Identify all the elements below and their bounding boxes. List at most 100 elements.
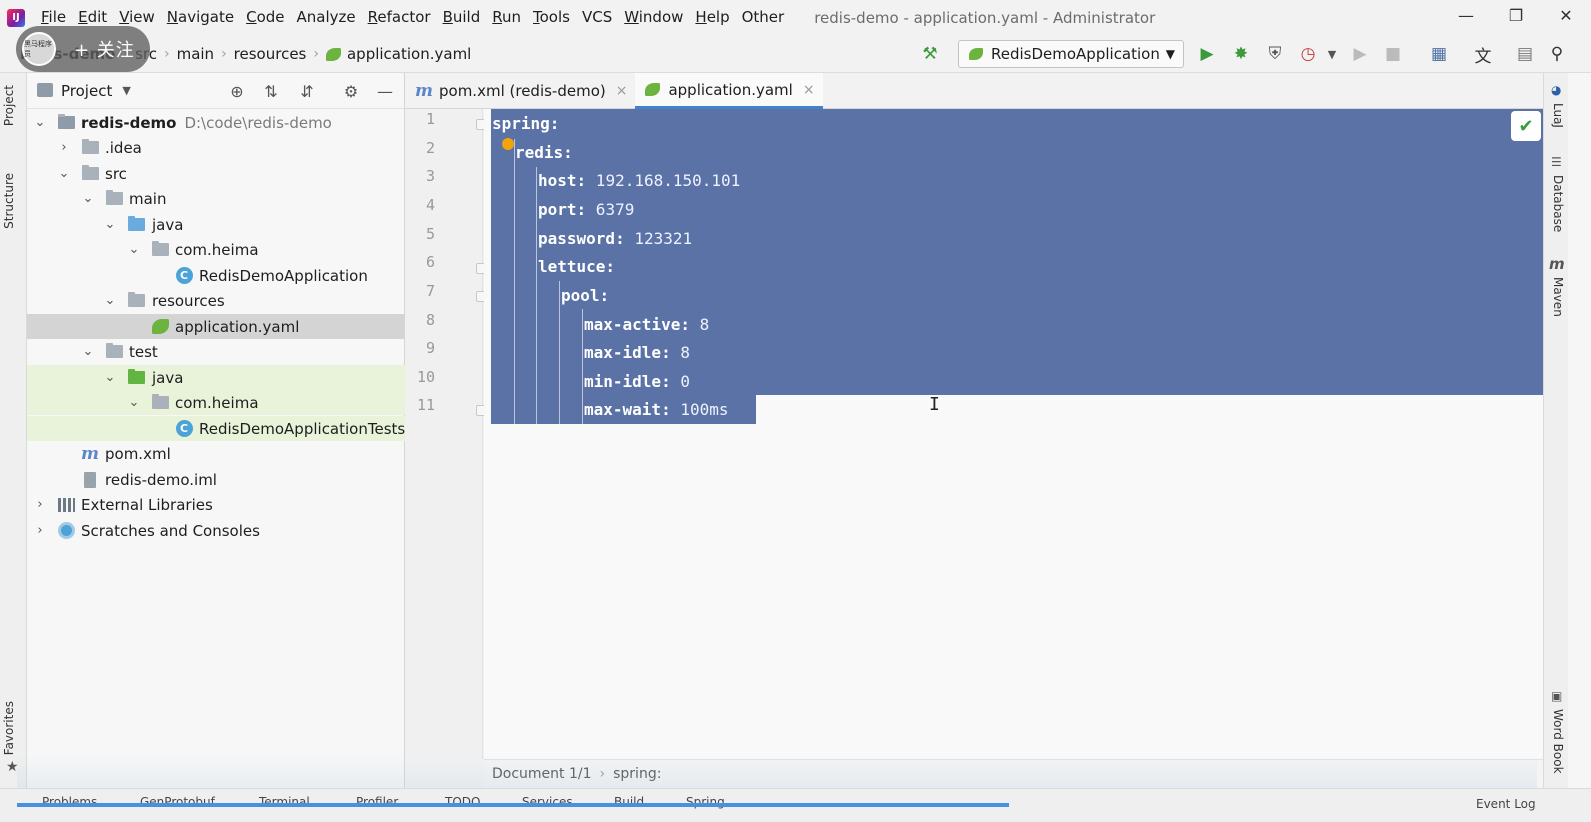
restore-icon[interactable]: ❐ bbox=[1491, 0, 1541, 30]
tab-application-yaml[interactable]: application.yaml × bbox=[635, 73, 823, 109]
vcs-icon[interactable]: ▤ bbox=[1515, 44, 1535, 64]
tab-database[interactable]: Database bbox=[1551, 175, 1565, 232]
project-structure-icon[interactable]: ▦ bbox=[1429, 44, 1449, 64]
tree-item-application-yaml[interactable]: application.yaml bbox=[27, 314, 405, 339]
tree-item-pom[interactable]: m pom.xml bbox=[27, 441, 405, 466]
follow-overlay[interactable]: 黑马程序员 + 关注 bbox=[16, 26, 150, 72]
tree-item-idea[interactable]: › .idea bbox=[27, 135, 405, 160]
tree-item-tests-class[interactable]: C RedisDemoApplicationTests bbox=[27, 416, 405, 441]
menu-navigate[interactable]: Navigate bbox=[161, 0, 240, 35]
collapse-all-icon[interactable]: ⇵ bbox=[297, 81, 317, 101]
close-icon[interactable]: × bbox=[803, 82, 815, 98]
tree-item-external-libraries[interactable]: › External Libraries bbox=[27, 492, 405, 517]
indent-guide bbox=[514, 139, 515, 424]
chevron-down-icon[interactable]: ⌄ bbox=[127, 242, 141, 257]
spring-boot-icon bbox=[969, 48, 983, 60]
tree-item-iml[interactable]: redis-demo.iml bbox=[27, 467, 405, 492]
chevron-down-icon[interactable]: ⌄ bbox=[33, 115, 47, 130]
coverage-icon[interactable]: ⛨ bbox=[1265, 44, 1285, 64]
menu-vcs[interactable]: VCS bbox=[576, 0, 618, 35]
project-panel-title[interactable]: Project bbox=[61, 82, 112, 100]
tab-word-book[interactable]: Word Book bbox=[1551, 709, 1565, 774]
run-configuration-select[interactable]: RedisDemoApplication ▼ bbox=[958, 40, 1184, 68]
chevron-down-icon[interactable]: ▼ bbox=[122, 84, 130, 97]
hide-panel-icon[interactable]: — bbox=[375, 81, 395, 101]
tab-structure-tool[interactable]: Structure bbox=[2, 173, 16, 229]
minimize-icon[interactable]: — bbox=[1441, 0, 1491, 30]
chevron-down-icon[interactable]: ⌄ bbox=[103, 217, 117, 232]
tree-item-test[interactable]: ⌄ test bbox=[27, 339, 405, 364]
code-line: pool: bbox=[561, 282, 609, 310]
close-icon[interactable]: × bbox=[616, 83, 628, 99]
chevron-right-icon[interactable]: › bbox=[57, 140, 71, 155]
run-icon[interactable]: ▶ bbox=[1197, 44, 1217, 64]
chevron-right-icon[interactable]: › bbox=[33, 523, 47, 538]
chevron-down-icon[interactable]: ⌄ bbox=[103, 293, 117, 308]
gear-icon[interactable]: ⚙ bbox=[341, 81, 361, 101]
build-hammer-icon[interactable]: ⚒ bbox=[920, 44, 940, 64]
search-icon[interactable]: ⚲ bbox=[1547, 44, 1567, 64]
ide-window: IJ File Edit View Navigate Code Analyze … bbox=[0, 0, 1591, 822]
menu-refactor[interactable]: Refactor bbox=[362, 0, 437, 35]
menu-run[interactable]: Run bbox=[486, 0, 527, 35]
tab-luaj[interactable]: LuaJ bbox=[1551, 103, 1565, 128]
chevron-down-icon[interactable]: ⌄ bbox=[81, 344, 95, 359]
tab-project-tool[interactable]: Project bbox=[2, 85, 16, 126]
code-editor[interactable]: spring: redis: host: 192.168.150.101 por… bbox=[484, 109, 1543, 759]
chevron-down-icon[interactable]: ⌄ bbox=[103, 370, 117, 385]
tree-item-main[interactable]: ⌄ main bbox=[27, 186, 405, 211]
close-window-icon[interactable]: ✕ bbox=[1541, 0, 1591, 30]
menu-code[interactable]: Code bbox=[240, 0, 290, 35]
menu-bar: IJ File Edit View Navigate Code Analyze … bbox=[0, 0, 1591, 35]
translate-icon[interactable]: 文 bbox=[1473, 44, 1493, 67]
maven-icon: m bbox=[1549, 255, 1565, 273]
menu-analyze[interactable]: Analyze bbox=[291, 0, 362, 35]
profile-dropdown-icon[interactable]: ▼ bbox=[1322, 44, 1342, 64]
tree-item-package[interactable]: ⌄ com.heima bbox=[27, 237, 405, 262]
menu-tools[interactable]: Tools bbox=[527, 0, 576, 35]
tab-maven[interactable]: Maven bbox=[1551, 277, 1565, 317]
line-number: 8 bbox=[425, 311, 435, 329]
menu-help[interactable]: Help bbox=[689, 0, 735, 35]
document-indicator[interactable]: Document 1/1 bbox=[492, 766, 592, 782]
chevron-right-icon[interactable]: › bbox=[33, 497, 47, 512]
inspection-ok-icon[interactable]: ✔ bbox=[1511, 111, 1541, 141]
left-tool-strip: Project Structure Favorites ★ bbox=[0, 73, 27, 788]
line-number: 10 bbox=[416, 368, 435, 386]
tab-pom-xml[interactable]: m pom.xml (redis-demo) × bbox=[405, 73, 635, 109]
folder-icon bbox=[81, 139, 99, 156]
chevron-down-icon[interactable]: ⌄ bbox=[81, 191, 95, 206]
channel-avatar: 黑马程序员 bbox=[22, 32, 56, 66]
yaml-path[interactable]: spring: bbox=[613, 766, 661, 782]
tree-label: Scratches and Consoles bbox=[81, 521, 260, 540]
tree-item-redis-demo[interactable]: ⌄ redis-demo D:\code\redis-demo bbox=[27, 110, 405, 135]
chevron-down-icon[interactable]: ⌄ bbox=[57, 166, 71, 181]
event-log-button[interactable]: Event Log bbox=[1476, 797, 1536, 811]
tab-favorites-tool[interactable]: Favorites bbox=[2, 701, 16, 755]
menu-window[interactable]: Window bbox=[618, 0, 689, 35]
intention-bulb-icon[interactable] bbox=[502, 138, 514, 150]
yaml-key: host: bbox=[538, 171, 587, 190]
tree-item-scratches[interactable]: › Scratches and Consoles bbox=[27, 518, 405, 543]
profile-icon[interactable]: ◷ bbox=[1298, 44, 1318, 64]
crumb-file[interactable]: application.yaml bbox=[347, 45, 471, 63]
crumb-main[interactable]: main bbox=[177, 45, 214, 63]
menu-other[interactable]: Other bbox=[736, 0, 791, 35]
maven-icon: m bbox=[415, 81, 433, 101]
library-icon bbox=[57, 497, 75, 513]
video-progress-bar[interactable] bbox=[17, 803, 1009, 807]
chevron-down-icon[interactable]: ⌄ bbox=[127, 395, 141, 410]
editor-breadcrumb: Document 1/1 › spring: bbox=[484, 759, 1543, 788]
expand-all-icon[interactable]: ⇅ bbox=[261, 81, 281, 101]
tree-item-resources[interactable]: ⌄ resources bbox=[27, 288, 405, 313]
tree-item-test-package[interactable]: ⌄ com.heima bbox=[27, 390, 405, 415]
tree-item-application-class[interactable]: C RedisDemoApplication bbox=[27, 263, 405, 288]
menu-build[interactable]: Build bbox=[437, 0, 487, 35]
tree-item-java[interactable]: ⌄ java bbox=[27, 212, 405, 237]
debug-icon[interactable]: ✸ bbox=[1231, 44, 1251, 64]
tree-item-test-java[interactable]: ⌄ java bbox=[27, 365, 405, 390]
tree-item-src[interactable]: ⌄ src bbox=[27, 161, 405, 186]
crumb-resources[interactable]: resources bbox=[234, 45, 307, 63]
locate-icon[interactable]: ⊕ bbox=[227, 81, 247, 101]
spring-file-icon bbox=[151, 319, 169, 335]
